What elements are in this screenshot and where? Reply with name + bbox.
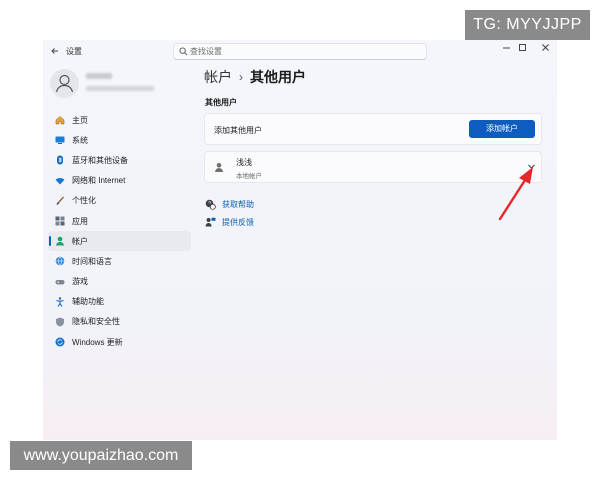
- breadcrumb-parent[interactable]: 帐户: [204, 67, 232, 87]
- accessibility-icon: [55, 297, 65, 307]
- breadcrumb-separator: ›: [239, 70, 243, 84]
- sidebar-item-system[interactable]: 系统: [48, 130, 191, 150]
- sidebar-item-label: 应用: [72, 216, 88, 226]
- user-row[interactable]: 浅浅 本地帐户: [204, 151, 542, 183]
- give-feedback-label: 提供反馈: [222, 218, 254, 227]
- add-account-button[interactable]: 添加帐户: [469, 120, 535, 138]
- sidebar-item-privacy[interactable]: 隐私和安全性: [48, 312, 191, 332]
- watermark-url: www.youpaizhao.com: [10, 441, 192, 470]
- add-user-card: 添加其他用户 添加帐户: [204, 113, 542, 145]
- sidebar-item-label: 系统: [72, 135, 88, 145]
- brush-icon: [55, 196, 65, 206]
- maximize-button[interactable]: [515, 43, 529, 55]
- add-user-label: 添加其他用户: [214, 126, 262, 135]
- page-title: 其他用户: [250, 69, 306, 85]
- sidebar-item-home[interactable]: 主页: [48, 110, 191, 130]
- apps-icon: [55, 216, 65, 226]
- sidebar-item-label: 个性化: [72, 196, 96, 206]
- minimize-button[interactable]: [499, 43, 513, 55]
- sidebar-item-time-language[interactable]: 时间和语言: [48, 251, 191, 271]
- annotation-arrow-icon: [498, 167, 533, 221]
- sidebar-item-label: 蓝牙和其他设备: [72, 155, 128, 165]
- close-button[interactable]: [538, 43, 552, 55]
- breadcrumb: 帐户 › 其他用户: [204, 67, 306, 87]
- bluetooth-icon: [55, 155, 65, 165]
- sidebar-item-label: Windows 更新: [72, 337, 123, 347]
- give-feedback-link[interactable]: 提供反馈: [205, 217, 254, 228]
- gamepad-icon: [55, 277, 65, 287]
- sidebar-item-bluetooth[interactable]: 蓝牙和其他设备: [48, 150, 191, 170]
- wifi-icon: [55, 176, 65, 186]
- settings-window: 设置 主页 系统: [43, 40, 557, 440]
- home-icon: [55, 115, 65, 125]
- watermark-telegram: TG: MYYJJPP: [465, 10, 590, 40]
- help-icon: [205, 199, 216, 210]
- sidebar-nav: 主页 系统 蓝牙和其他设备 网络和 Internet 个性化 应用 帐户 时间和…: [48, 110, 191, 352]
- blurred-email: [86, 86, 154, 91]
- blurred-username: [86, 73, 112, 79]
- search-box[interactable]: [173, 43, 427, 60]
- update-icon: [55, 337, 65, 347]
- search-icon: [179, 47, 188, 56]
- shield-icon: [55, 317, 65, 327]
- sidebar-item-label: 帐户: [72, 236, 88, 246]
- search-input[interactable]: [190, 45, 420, 58]
- sidebar-item-label: 主页: [72, 115, 88, 125]
- globe-icon: [55, 256, 65, 266]
- sidebar-item-label: 隐私和安全性: [72, 317, 120, 327]
- section-title: 其他用户: [205, 98, 237, 107]
- app-title: 设置: [66, 47, 82, 56]
- sidebar-item-label: 辅助功能: [72, 297, 104, 307]
- get-help-label: 获取帮助: [222, 200, 254, 209]
- sidebar-item-personalization[interactable]: 个性化: [48, 191, 191, 211]
- avatar: [50, 69, 79, 98]
- user-name: 浅浅: [236, 158, 252, 167]
- person-icon: [55, 74, 74, 93]
- sidebar-item-label: 游戏: [72, 277, 88, 287]
- sidebar-item-apps[interactable]: 应用: [48, 211, 191, 231]
- user-account-type: 本地帐户: [236, 173, 262, 180]
- sidebar-item-network[interactable]: 网络和 Internet: [48, 171, 191, 191]
- feedback-icon: [205, 217, 216, 227]
- system-icon: [55, 135, 65, 145]
- sidebar-item-label: 时间和语言: [72, 256, 112, 266]
- get-help-link[interactable]: 获取帮助: [205, 199, 254, 210]
- sidebar-item-accessibility[interactable]: 辅助功能: [48, 292, 191, 312]
- sidebar-item-gaming[interactable]: 游戏: [48, 272, 191, 292]
- back-arrow-icon[interactable]: [49, 45, 61, 57]
- sidebar-item-windows-update[interactable]: Windows 更新: [48, 332, 191, 352]
- account-icon: [55, 236, 65, 246]
- user-icon: [215, 163, 223, 172]
- sidebar-item-accounts[interactable]: 帐户: [48, 231, 191, 252]
- selection-indicator: [49, 236, 51, 247]
- sidebar-item-label: 网络和 Internet: [72, 176, 126, 186]
